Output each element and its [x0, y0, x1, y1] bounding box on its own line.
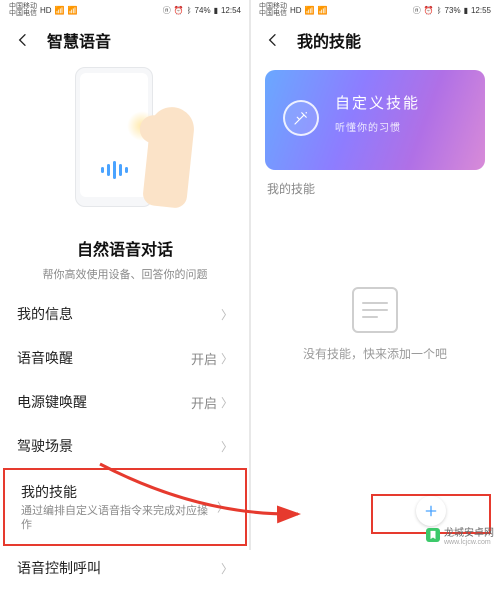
- card-subtitle: 听懂你的习惯: [335, 119, 469, 134]
- alarm-icon: ⏰: [424, 6, 434, 15]
- settings-list: 我的信息 〉 语音唤醒 开启〉 电源键唤醒 开启〉 驾驶场景 〉 我的技能 通过…: [1, 292, 249, 590]
- item-value: 开启: [191, 393, 217, 412]
- item-my-skills[interactable]: 我的技能 通过编排自定义语音指令来完成对应操作 〉: [5, 470, 245, 544]
- watermark-url: www.lcjcw.com: [444, 539, 494, 546]
- hero-title: 自然语音对话: [1, 236, 249, 260]
- page-title: 智慧语音: [47, 28, 111, 52]
- signal-icon: 📶: [55, 6, 65, 15]
- magic-wand-icon: [283, 100, 319, 136]
- status-bar: 中国移动中国电信 HD 📶 📶 ⓝ ⏰ ᛒ 74% ▮ 12:54: [1, 0, 249, 18]
- empty-state: 没有技能，快来添加一个吧: [251, 287, 499, 362]
- battery-label: 73%: [445, 6, 461, 15]
- battery-label: 74%: [195, 6, 211, 15]
- item-label: 驾驶场景: [17, 436, 73, 456]
- clock-label: 12:55: [471, 6, 491, 15]
- item-label: 我的信息: [17, 304, 73, 324]
- section-label: 我的技能: [251, 170, 499, 197]
- chevron-right-icon: 〉: [221, 306, 233, 323]
- alarm-icon: ⏰: [174, 6, 184, 15]
- bluetooth-icon: ᛒ: [437, 6, 442, 15]
- item-value: 开启: [191, 349, 217, 368]
- chevron-right-icon: 〉: [221, 350, 233, 367]
- status-bar: 中国移动中国电信 HD 📶 📶 ⓝ ⏰ ᛒ 73% ▮ 12:55: [251, 0, 499, 18]
- voice-wave-icon: [101, 161, 128, 179]
- hd-icon: HD: [40, 6, 52, 15]
- carrier-label: 中国移动中国电信: [259, 3, 287, 17]
- custom-skill-card[interactable]: 自定义技能 听懂你的习惯: [265, 70, 485, 170]
- page-title: 我的技能: [297, 28, 361, 52]
- item-voice-wake[interactable]: 语音唤醒 开启〉: [1, 336, 249, 380]
- carrier-label: 中国移动中国电信: [9, 3, 37, 17]
- card-title: 自定义技能: [335, 92, 469, 113]
- empty-text: 没有技能，快来添加一个吧: [303, 345, 447, 362]
- screen-my-skills: 中国移动中国电信 HD 📶 📶 ⓝ ⏰ ᛒ 73% ▮ 12:55 我的技能 自…: [251, 0, 499, 540]
- item-label: 我的技能: [21, 482, 77, 502]
- back-button[interactable]: [265, 32, 281, 48]
- watermark-logo-icon: [426, 528, 440, 542]
- screen-smart-voice: 中国移动中国电信 HD 📶 📶 ⓝ ⏰ ᛒ 74% ▮ 12:54 智慧语音 自…: [1, 0, 249, 540]
- highlight-my-skills: 我的技能 通过编排自定义语音指令来完成对应操作 〉: [3, 468, 247, 546]
- watermark-name: 龙城安卓网: [444, 524, 494, 539]
- header: 智慧语音: [1, 18, 249, 62]
- signal-icon: 📶: [318, 6, 328, 15]
- chevron-right-icon: 〉: [217, 499, 229, 516]
- item-driving-scene[interactable]: 驾驶场景 〉: [1, 424, 249, 468]
- nfc-icon: ⓝ: [163, 5, 171, 16]
- add-skill-button[interactable]: [416, 496, 446, 526]
- clock-label: 12:54: [221, 6, 241, 15]
- back-button[interactable]: [15, 32, 31, 48]
- nfc-icon: ⓝ: [413, 5, 421, 16]
- item-label: 电源键唤醒: [17, 392, 87, 412]
- document-icon: [352, 287, 398, 333]
- signal-icon: 📶: [305, 6, 315, 15]
- hero-illustration: [1, 62, 249, 232]
- item-sublabel: 通过编排自定义语音指令来完成对应操作: [21, 504, 215, 532]
- hd-icon: HD: [290, 6, 302, 15]
- watermark: 龙城安卓网 www.lcjcw.com: [426, 524, 494, 546]
- signal-icon: 📶: [68, 6, 78, 15]
- item-power-wake[interactable]: 电源键唤醒 开启〉: [1, 380, 249, 424]
- item-voice-call-control[interactable]: 语音控制呼叫 〉: [1, 546, 249, 590]
- chevron-right-icon: 〉: [221, 560, 233, 577]
- battery-icon: ▮: [214, 6, 218, 15]
- item-label: 语音控制呼叫: [17, 558, 101, 578]
- chevron-right-icon: 〉: [221, 438, 233, 455]
- item-my-info[interactable]: 我的信息 〉: [1, 292, 249, 336]
- battery-icon: ▮: [464, 6, 468, 15]
- chevron-right-icon: 〉: [221, 394, 233, 411]
- header: 我的技能: [251, 18, 499, 62]
- bluetooth-icon: ᛒ: [187, 6, 192, 15]
- item-label: 语音唤醒: [17, 348, 73, 368]
- hero-subtitle: 帮你高效使用设备、回答你的问题: [1, 266, 249, 282]
